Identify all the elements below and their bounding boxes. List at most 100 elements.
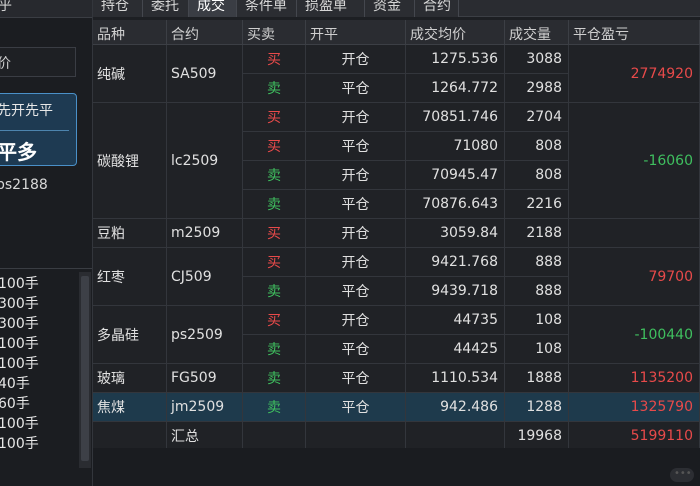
volume-cell[interactable]: 1888 [505, 364, 569, 393]
avg-price-cell[interactable]: 1110.534 [406, 364, 505, 393]
close-long-button[interactable]: 先开先平 平多 [0, 93, 77, 166]
volume-cell[interactable]: 108 [505, 335, 569, 364]
avg-price-cell[interactable]: 70876.643 [406, 190, 505, 219]
avg-price-cell[interactable]: 9421.768 [406, 248, 505, 277]
avg-price-cell[interactable]: 942.486 [406, 393, 505, 422]
avg-price-cell[interactable]: 71080 [406, 132, 505, 161]
avg-price-cell[interactable]: 1275.536 [406, 45, 505, 74]
tab-2[interactable]: 成交 [189, 0, 237, 17]
contract-cell[interactable]: FG509 [167, 364, 243, 393]
open-close-cell[interactable]: 开仓 [306, 306, 406, 335]
tab-0[interactable]: 持仓 [93, 0, 143, 17]
open-close-cell[interactable]: 平仓 [306, 190, 406, 219]
side-cell[interactable]: 买 [243, 219, 306, 248]
product-cell[interactable]: 红枣 [93, 248, 167, 306]
volume-cell[interactable]: 3088 [505, 45, 569, 74]
avg-price-cell[interactable]: 1264.772 [406, 74, 505, 103]
volume-cell[interactable]: 2188 [505, 219, 569, 248]
volume-cell[interactable]: 888 [505, 277, 569, 306]
product-cell[interactable]: 玻璃 [93, 364, 167, 393]
side-cell[interactable]: 卖 [243, 393, 306, 422]
product-cell[interactable]: 豆粕 [93, 219, 167, 248]
tab-4[interactable]: 损盈单 [297, 0, 365, 17]
open-close-cell[interactable]: 平仓 [306, 393, 406, 422]
side-cell[interactable]: 买 [243, 132, 306, 161]
volume-cell[interactable]: 1288 [505, 393, 569, 422]
open-close-cell[interactable]: 开仓 [306, 103, 406, 132]
avg-price-cell[interactable]: 9439.718 [406, 277, 505, 306]
column-header[interactable]: 合约 [167, 20, 243, 45]
quantity-list-item[interactable]: 300手 [0, 293, 39, 313]
avg-price-cell[interactable]: 3059.84 [406, 219, 505, 248]
contract-cell[interactable]: ps2509 [167, 306, 243, 364]
side-cell[interactable]: 买 [243, 103, 306, 132]
scrollbar-thumb[interactable] [81, 276, 89, 461]
quantity-list-item[interactable]: 100手 [0, 273, 39, 293]
quantity-list-item[interactable]: 300手 [0, 313, 39, 333]
quantity-list-item[interactable]: 100手 [0, 433, 39, 453]
side-cell[interactable]: 卖 [243, 74, 306, 103]
volume-cell[interactable]: 2216 [505, 190, 569, 219]
contract-cell[interactable]: SA509 [167, 45, 243, 103]
side-cell[interactable]: 买 [243, 248, 306, 277]
volume-cell[interactable]: 108 [505, 306, 569, 335]
open-close-cell[interactable]: 平仓 [306, 74, 406, 103]
open-close-cell[interactable]: 平仓 [306, 364, 406, 393]
quantity-list-item[interactable]: 100手 [0, 353, 39, 373]
volume-cell[interactable]: 888 [505, 248, 569, 277]
tab-5[interactable]: 资金 [365, 0, 415, 17]
tab-6[interactable]: 合约 [415, 0, 459, 17]
side-cell[interactable]: 卖 [243, 190, 306, 219]
volume-cell[interactable]: 808 [505, 132, 569, 161]
pnl-cell[interactable]: -16060 [569, 103, 700, 219]
side-cell[interactable]: 卖 [243, 335, 306, 364]
side-cell[interactable]: 卖 [243, 277, 306, 306]
pnl-cell[interactable] [569, 219, 700, 248]
side-cell[interactable]: 买 [243, 306, 306, 335]
column-header[interactable]: 成交均价 [406, 20, 505, 45]
quantity-list-item[interactable]: 100手 [0, 413, 39, 433]
volume-cell[interactable]: 2988 [505, 74, 569, 103]
pnl-cell[interactable]: 2774920 [569, 45, 700, 103]
open-close-cell[interactable]: 开仓 [306, 161, 406, 190]
pnl-cell[interactable]: 79700 [569, 248, 700, 306]
quantity-list-item[interactable]: 40手 [0, 373, 30, 393]
column-header[interactable]: 品种 [93, 20, 167, 45]
side-cell[interactable]: 卖 [243, 161, 306, 190]
side-cell[interactable]: 卖 [243, 364, 306, 393]
contract-cell[interactable]: m2509 [167, 219, 243, 248]
open-close-cell[interactable]: 平仓 [306, 277, 406, 306]
quantity-list-item[interactable]: 60手 [0, 393, 30, 413]
contract-cell[interactable]: CJ509 [167, 248, 243, 306]
pnl-cell[interactable]: 1325790 [569, 393, 700, 422]
contract-cell[interactable]: jm2509 [167, 393, 243, 422]
contract-cell[interactable]: lc2509 [167, 103, 243, 219]
avg-price-cell[interactable]: 44735 [406, 306, 505, 335]
quantity-list-scrollbar[interactable] [79, 272, 91, 468]
quantity-list-item[interactable]: 100手 [0, 333, 39, 353]
side-cell[interactable]: 买 [243, 45, 306, 74]
open-close-cell[interactable]: 开仓 [306, 248, 406, 277]
product-cell[interactable]: 焦煤 [93, 393, 167, 422]
volume-cell[interactable]: 2704 [505, 103, 569, 132]
price-input[interactable]: 价 [0, 47, 76, 77]
avg-price-cell[interactable]: 70851.746 [406, 103, 505, 132]
product-cell[interactable]: 碳酸锂 [93, 103, 167, 219]
column-header[interactable]: 开平 [306, 20, 406, 45]
product-cell[interactable]: 多晶硅 [93, 306, 167, 364]
open-close-cell[interactable]: 平仓 [306, 335, 406, 364]
column-header[interactable]: 买卖 [243, 20, 306, 45]
tab-1[interactable]: 委托 [143, 0, 189, 17]
open-close-cell[interactable]: 开仓 [306, 219, 406, 248]
product-cell[interactable]: 纯碱 [93, 45, 167, 103]
open-close-cell[interactable]: 平仓 [306, 132, 406, 161]
avg-price-cell[interactable]: 44425 [406, 335, 505, 364]
column-header[interactable]: 成交量 [505, 20, 569, 45]
pnl-cell[interactable]: 1135200 [569, 364, 700, 393]
volume-cell[interactable]: 808 [505, 161, 569, 190]
pnl-cell[interactable]: -100440 [569, 306, 700, 364]
avg-price-cell[interactable]: 70945.47 [406, 161, 505, 190]
tab-3[interactable]: 条件单 [237, 0, 297, 17]
open-close-cell[interactable]: 开仓 [306, 45, 406, 74]
column-header[interactable]: 平仓盈亏 [569, 20, 700, 45]
